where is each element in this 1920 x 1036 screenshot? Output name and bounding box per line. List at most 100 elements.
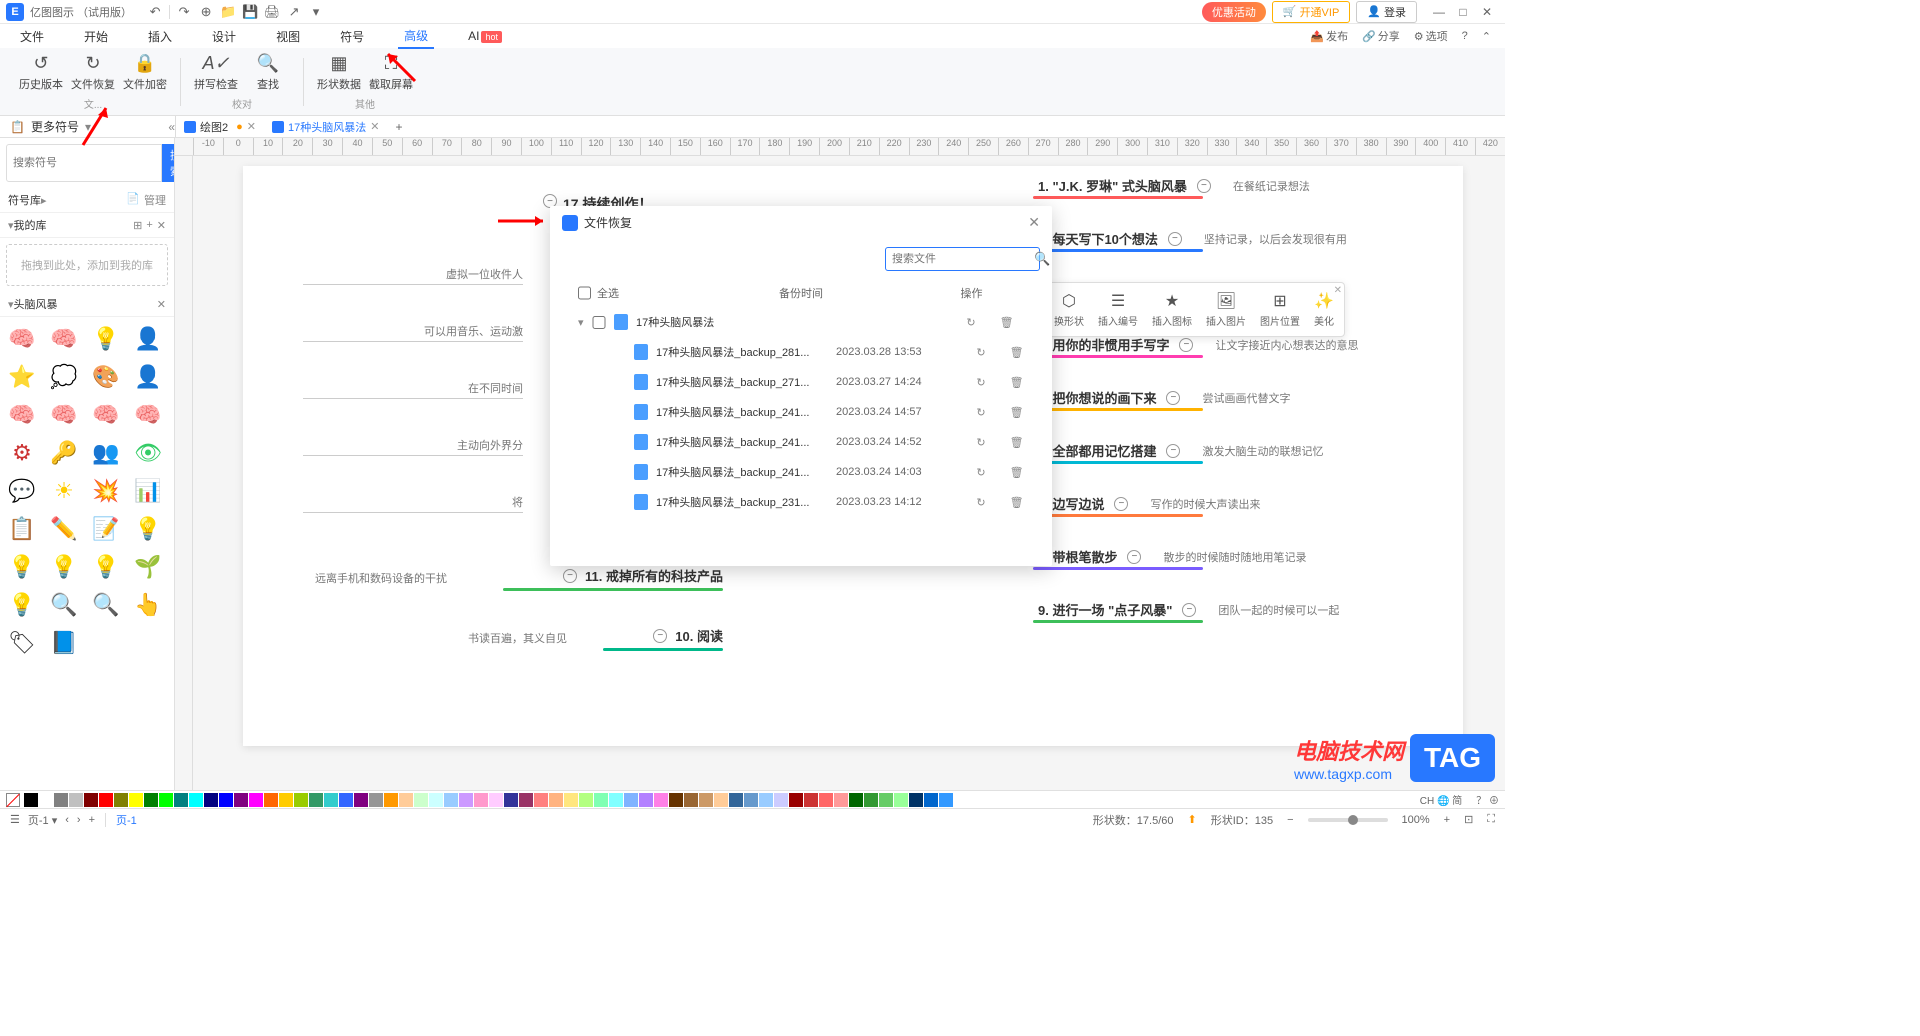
- color-swatch[interactable]: [279, 793, 293, 807]
- node-10[interactable]: − 10. 阅读: [603, 626, 723, 645]
- color-swatch[interactable]: [114, 793, 128, 807]
- color-swatch[interactable]: [144, 793, 158, 807]
- shape-item[interactable]: 👥: [90, 437, 122, 469]
- insert-image-button[interactable]: 🖼插入图片: [1200, 287, 1252, 332]
- menu-insert[interactable]: 插入: [142, 25, 178, 48]
- upgrade-icon[interactable]: ⬆: [1187, 813, 1196, 826]
- color-swatch[interactable]: [174, 793, 188, 807]
- change-shape-button[interactable]: ⬡换形状: [1048, 287, 1090, 332]
- image-position-button[interactable]: ⊞图片位置: [1254, 287, 1306, 332]
- file-row[interactable]: ▾17种头脑风暴法↻🗑: [550, 307, 1052, 337]
- undo-button[interactable]: ↶: [144, 1, 166, 23]
- file-row[interactable]: 17种头脑风暴法_backup_241...2023.03.24 14:57↻🗑: [550, 397, 1052, 427]
- maximize-button[interactable]: □: [1451, 3, 1475, 21]
- history-button[interactable]: ↺历史版本: [18, 52, 64, 92]
- insert-icon-button[interactable]: ★插入图标: [1146, 287, 1198, 332]
- color-swatch[interactable]: [714, 793, 728, 807]
- color-swatch[interactable]: [744, 793, 758, 807]
- shape-item[interactable]: 📊: [132, 475, 164, 507]
- file-row[interactable]: 17种头脑风暴法_backup_271...2023.03.27 14:24↻🗑: [550, 367, 1052, 397]
- color-swatch[interactable]: [339, 793, 353, 807]
- color-swatch[interactable]: [849, 793, 863, 807]
- shape-item[interactable]: 💡: [90, 323, 122, 355]
- shape-item[interactable]: 💡: [132, 513, 164, 545]
- file-encrypt-button[interactable]: 🔒文件加密: [122, 52, 168, 92]
- shape-item[interactable]: 👤: [132, 323, 164, 355]
- collapse-sidebar-icon[interactable]: «: [168, 120, 175, 134]
- color-swatch[interactable]: [354, 793, 368, 807]
- color-swatch[interactable]: [384, 793, 398, 807]
- shape-item[interactable]: 💬: [6, 475, 38, 507]
- color-swatch[interactable]: [564, 793, 578, 807]
- search-button[interactable]: 搜索: [162, 144, 175, 182]
- color-swatch[interactable]: [39, 793, 53, 807]
- mindmap-node-partial[interactable]: 虚拟一位收件人: [303, 266, 523, 285]
- zoom-in-icon[interactable]: +: [1444, 814, 1450, 826]
- mindmap-node[interactable]: 1. "J.K. 罗琳" 式头脑风暴−在餐纸记录想法: [1038, 176, 1358, 195]
- find-button[interactable]: 🔍查找: [245, 52, 291, 92]
- color-swatch[interactable]: [594, 793, 608, 807]
- page-tab[interactable]: 页-1: [116, 812, 137, 828]
- color-swatch[interactable]: [204, 793, 218, 807]
- color-swatch[interactable]: [834, 793, 848, 807]
- add-page-icon[interactable]: +: [89, 814, 95, 826]
- zoom-slider[interactable]: [1308, 818, 1388, 822]
- shape-item[interactable]: 🧠: [48, 399, 80, 431]
- shape-item[interactable]: 🧠: [6, 399, 38, 431]
- shape-item[interactable]: 🧠: [90, 399, 122, 431]
- restore-icon[interactable]: ↻: [976, 466, 985, 479]
- lang-indicator[interactable]: CH 🌐 简: [1420, 792, 1462, 807]
- menu-advanced[interactable]: 高级: [398, 24, 434, 49]
- help-icons[interactable]: ？ ⊕: [1476, 792, 1499, 807]
- menu-view[interactable]: 视图: [270, 25, 306, 48]
- shape-item[interactable]: 🔑: [48, 437, 80, 469]
- shape-item[interactable]: 🔍: [48, 589, 80, 621]
- shape-item[interactable]: 💡: [90, 551, 122, 583]
- color-swatch[interactable]: [684, 793, 698, 807]
- canvas[interactable]: 17 持续创作！ − 风暴法 暴 − 1. "J.K. 罗琳" 式头脑风暴−在餐…: [193, 156, 1505, 790]
- delete-icon[interactable]: 🗑: [1010, 436, 1024, 449]
- file-row[interactable]: 17种头脑风暴法_backup_241...2023.03.24 14:03↻🗑: [550, 457, 1052, 487]
- color-swatch[interactable]: [639, 793, 653, 807]
- color-swatch[interactable]: [939, 793, 953, 807]
- color-swatch[interactable]: [519, 793, 533, 807]
- color-swatch[interactable]: [189, 793, 203, 807]
- close-tab-icon[interactable]: ✕: [247, 120, 256, 133]
- print-button[interactable]: 🖨: [261, 1, 283, 23]
- menu-symbol[interactable]: 符号: [334, 25, 370, 48]
- color-swatch[interactable]: [444, 793, 458, 807]
- color-swatch[interactable]: [579, 793, 593, 807]
- color-swatch[interactable]: [429, 793, 443, 807]
- collapse-ribbon-icon[interactable]: ⌃: [1482, 30, 1491, 43]
- color-swatch[interactable]: [264, 793, 278, 807]
- shape-item[interactable]: 💭: [48, 361, 80, 393]
- insert-number-button[interactable]: ☰插入编号: [1092, 287, 1144, 332]
- next-page-icon[interactable]: ›: [77, 814, 81, 826]
- mindmap-node[interactable]: 6. 全部都用记忆搭建−激发大脑生动的联想记忆: [1038, 441, 1358, 460]
- shape-item[interactable]: ☀: [48, 475, 80, 507]
- menu-design[interactable]: 设计: [206, 25, 242, 48]
- shape-item[interactable]: 💥: [90, 475, 122, 507]
- menu-start[interactable]: 开始: [78, 25, 114, 48]
- color-swatch[interactable]: [549, 793, 563, 807]
- mindmap-node[interactable]: 2. 每天写下10个想法−坚持记录，以后会发现很有用: [1038, 229, 1358, 248]
- collapse-icon[interactable]: −: [1166, 444, 1180, 458]
- file-row[interactable]: 17种头脑风暴法_backup_241...2023.03.24 14:52↻🗑: [550, 427, 1052, 457]
- delete-icon[interactable]: 🗑: [1010, 406, 1024, 419]
- color-swatch[interactable]: [489, 793, 503, 807]
- restore-icon[interactable]: ↻: [976, 376, 985, 389]
- page-select[interactable]: 页-1 ▾: [28, 812, 57, 828]
- color-swatch[interactable]: [459, 793, 473, 807]
- collapse-icon[interactable]: −: [1114, 497, 1128, 511]
- open-button[interactable]: 📁: [217, 1, 239, 23]
- shape-item[interactable]: ✏️: [48, 513, 80, 545]
- fit-icon[interactable]: ⊡: [1464, 813, 1473, 826]
- color-swatch[interactable]: [894, 793, 908, 807]
- close-tab-icon[interactable]: ✕: [370, 120, 379, 133]
- search-icon[interactable]: 🔍: [1034, 251, 1050, 267]
- modal-close-button[interactable]: ✕: [1028, 214, 1040, 231]
- share-button[interactable]: 🔗 分享: [1362, 28, 1400, 44]
- shape-item[interactable]: 💡: [6, 551, 38, 583]
- color-swatch[interactable]: [699, 793, 713, 807]
- node-11[interactable]: − 11. 戒掉所有的科技产品: [503, 566, 723, 585]
